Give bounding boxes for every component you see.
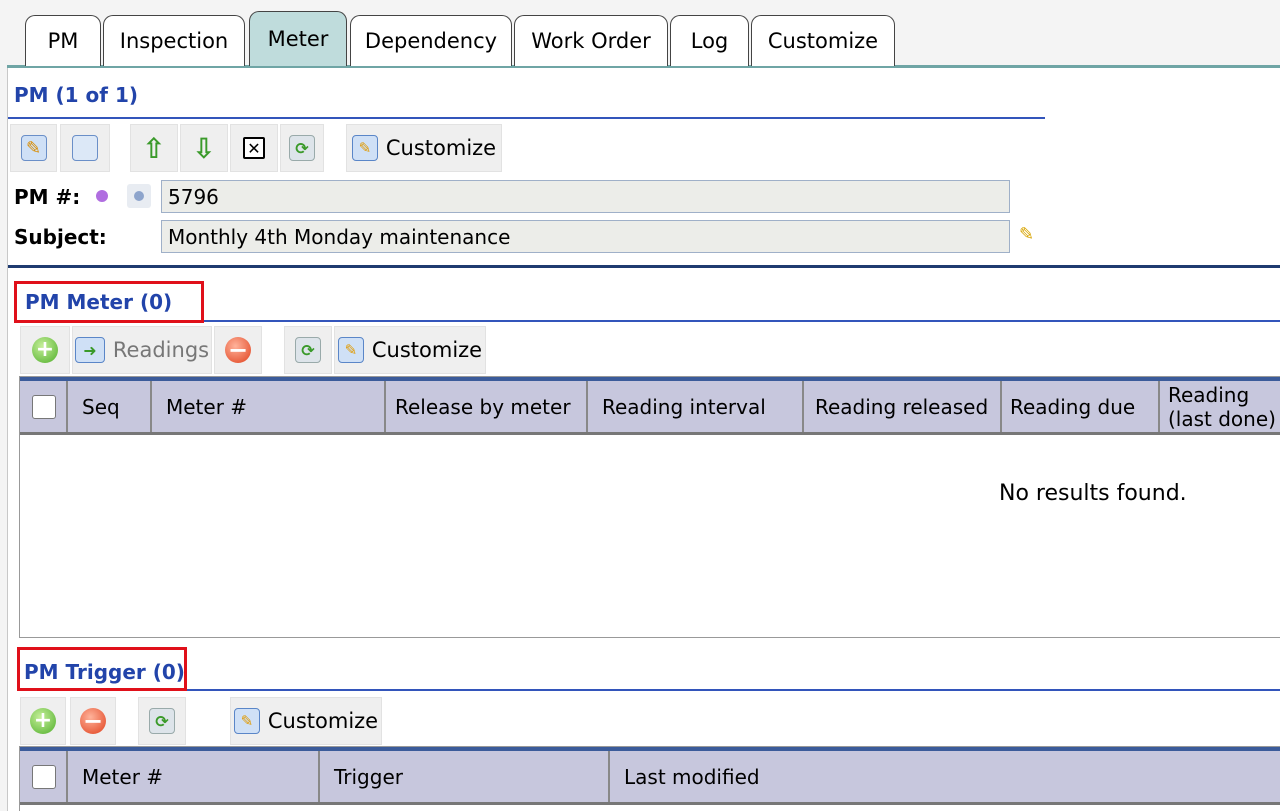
tab-label: Log	[690, 29, 729, 53]
add-trigger-button[interactable]: +	[20, 697, 66, 745]
close-button[interactable]: ✕	[230, 124, 278, 172]
add-icon: +	[32, 337, 58, 363]
trigger-customize-button[interactable]: ✎ Customize	[230, 697, 382, 745]
refresh-button[interactable]: ⟳	[280, 124, 324, 172]
readings-button[interactable]: ➜ Readings	[72, 326, 212, 374]
tab-bar: PM Inspection Meter Dependency Work Orde…	[7, 0, 1280, 68]
refresh-icon: ⟳	[149, 708, 175, 734]
customize-label: Customize	[371, 338, 483, 362]
content-frame: PM (1 of 1) ✎ ⇧ ⇩ ✕ ⟳ ✎ Customize PM #: …	[7, 68, 1280, 811]
pm-customize-button[interactable]: ✎ Customize	[346, 124, 502, 172]
meter-section-title: PM Meter (0)	[25, 290, 173, 314]
trigger-title-divider	[187, 689, 1280, 691]
column-header-release-by-meter[interactable]: Release by meter	[386, 381, 588, 432]
tab-label: Meter	[267, 27, 329, 51]
pencil-icon[interactable]: ✎	[1019, 224, 1041, 246]
remove-icon: −	[80, 708, 106, 734]
copy-button[interactable]	[60, 124, 110, 172]
customize-label: Customize	[267, 709, 379, 733]
add-icon: +	[30, 708, 56, 734]
section-divider	[8, 265, 1280, 268]
tab-pm[interactable]: PM	[25, 15, 101, 66]
pm-number-field[interactable]: 5796	[161, 180, 1010, 213]
pm-section-title: PM (1 of 1)	[14, 83, 139, 107]
subject-field[interactable]: Monthly 4th Monday maintenance	[161, 220, 1010, 253]
meter-customize-button[interactable]: ✎ Customize	[334, 326, 486, 374]
readings-icon: ➜	[74, 337, 105, 363]
column-header-reading-interval[interactable]: Reading interval	[588, 381, 804, 432]
edit-document-icon: ✎	[20, 135, 47, 161]
tab-meter[interactable]: Meter	[249, 11, 347, 66]
tab-work-order[interactable]: Work Order	[514, 15, 668, 66]
remove-trigger-button[interactable]: −	[70, 697, 116, 745]
meter-title-divider	[204, 320, 1280, 322]
select-all-checkbox[interactable]	[32, 764, 56, 789]
required-indicator-icon	[96, 190, 108, 202]
trigger-grid: Meter # Trigger Last modified	[19, 746, 1280, 811]
select-all-cell	[20, 751, 68, 802]
remove-icon: −	[225, 337, 251, 363]
tab-label: Work Order	[531, 29, 651, 53]
tab-label: Dependency	[364, 29, 498, 53]
tab-dependency[interactable]: Dependency	[350, 15, 512, 66]
trigger-section-title: PM Trigger (0)	[24, 660, 185, 684]
column-header-seq[interactable]: Seq	[68, 381, 152, 432]
close-icon: ✕	[243, 137, 265, 159]
add-meter-button[interactable]: +	[20, 326, 70, 374]
select-all-checkbox[interactable]	[32, 394, 56, 419]
customize-icon: ✎	[233, 708, 260, 734]
select-all-cell	[20, 381, 68, 432]
pm-number-label: PM #:	[14, 185, 81, 209]
customize-icon: ✎	[337, 337, 364, 363]
refresh-icon: ⟳	[295, 337, 321, 363]
copy-icon	[72, 135, 98, 161]
move-up-button[interactable]: ⇧	[130, 124, 178, 172]
tab-log[interactable]: Log	[670, 15, 749, 66]
arrow-up-icon: ⇧	[142, 131, 166, 165]
readings-label: Readings	[112, 338, 210, 362]
trigger-grid-header: Meter # Trigger Last modified	[20, 747, 1280, 805]
pm-title-divider	[8, 117, 1045, 119]
meter-grid-header: Seq Meter # Release by meter Reading int…	[20, 377, 1280, 435]
refresh-icon: ⟳	[289, 135, 315, 161]
edit-button[interactable]: ✎	[10, 124, 57, 172]
column-header-last-modified[interactable]: Last modified	[610, 751, 806, 802]
customize-label: Customize	[385, 136, 497, 160]
tab-customize[interactable]: Customize	[751, 15, 895, 66]
column-header-meter-number[interactable]: Meter #	[68, 751, 320, 802]
subject-label: Subject:	[14, 225, 107, 249]
customize-icon: ✎	[351, 135, 378, 161]
trigger-refresh-button[interactable]: ⟳	[138, 697, 186, 745]
tab-label: Inspection	[119, 29, 229, 53]
column-header-meter-number[interactable]: Meter #	[152, 381, 386, 432]
tab-label: PM	[47, 29, 79, 53]
move-down-button[interactable]: ⇩	[180, 124, 228, 172]
empty-results-message: No results found.	[999, 481, 1187, 506]
info-icon[interactable]	[127, 184, 151, 208]
meter-grid: Seq Meter # Release by meter Reading int…	[19, 376, 1280, 638]
column-header-reading-last-done[interactable]: Reading (last done)	[1160, 381, 1280, 432]
meter-refresh-button[interactable]: ⟳	[284, 326, 332, 374]
tab-label: Customize	[767, 29, 879, 53]
remove-meter-button[interactable]: −	[214, 326, 262, 374]
column-header-reading-due[interactable]: Reading due	[1002, 381, 1160, 432]
arrow-down-icon: ⇩	[192, 131, 216, 165]
column-header-reading-released[interactable]: Reading released	[804, 381, 1002, 432]
tab-inspection[interactable]: Inspection	[103, 15, 245, 66]
column-header-trigger[interactable]: Trigger	[320, 751, 610, 802]
